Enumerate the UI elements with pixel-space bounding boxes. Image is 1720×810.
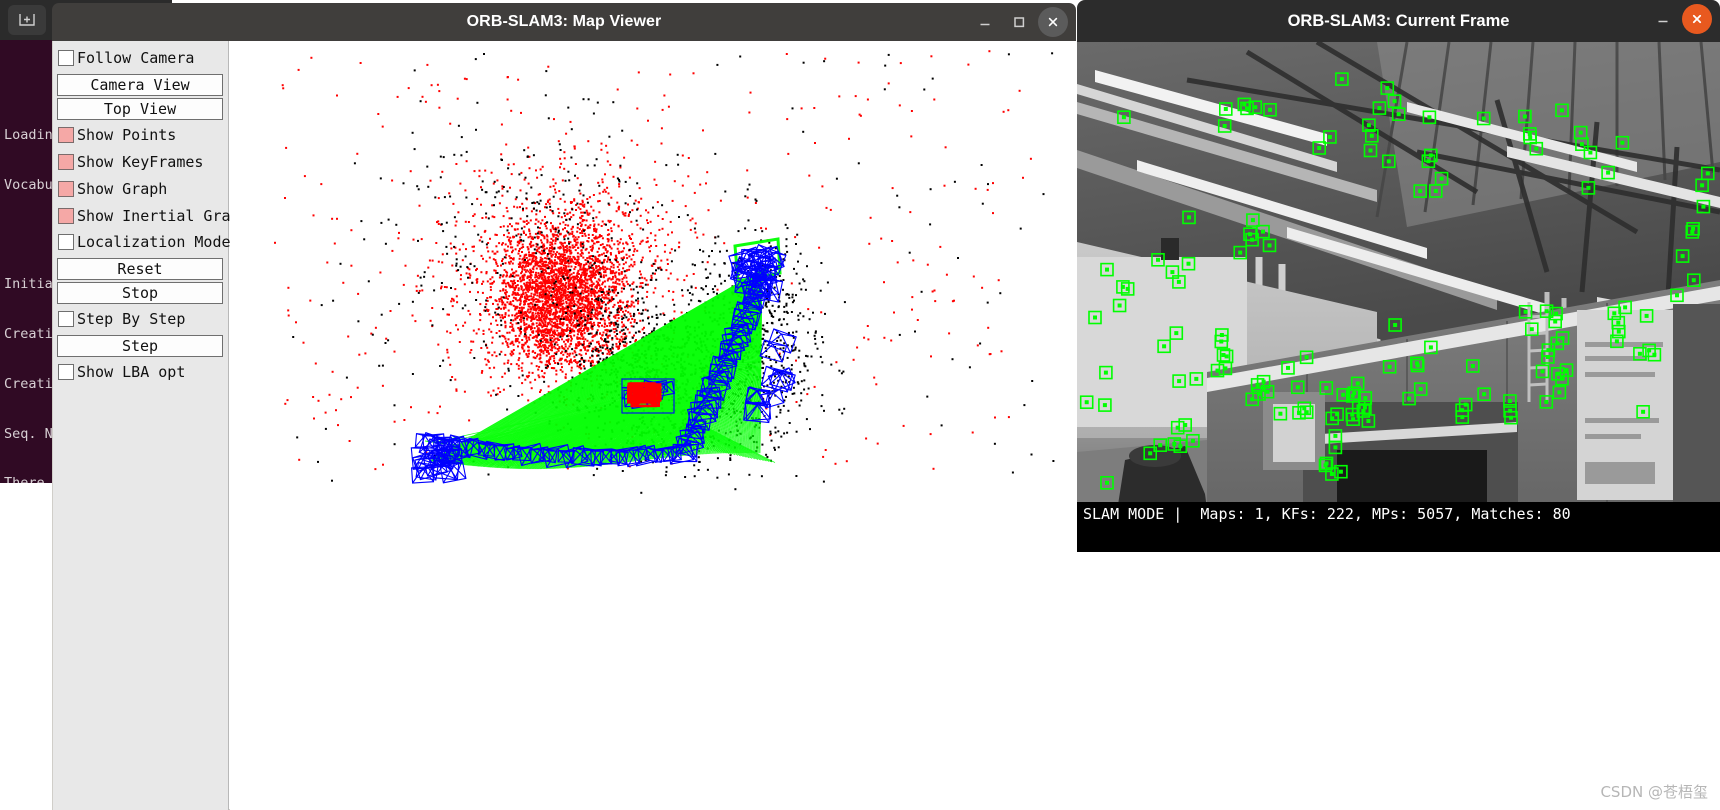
checkbox-box[interactable] (58, 207, 74, 224)
checkbox-box[interactable] (58, 363, 74, 380)
map-pointcloud (230, 41, 1076, 810)
checkbox-localization-mode[interactable]: Localization Mode (56, 229, 231, 256)
checkbox-label: Step By Step (77, 310, 186, 329)
camera-view-button[interactable]: Camera View (57, 73, 223, 96)
checkbox-show-keyframes[interactable]: Show KeyFrames (56, 149, 225, 176)
map-viewer-title: ORB-SLAM3: Map Viewer (466, 13, 662, 30)
watermark: CSDN @苍梧玺 (1600, 783, 1708, 801)
checkbox-follow-camera[interactable]: Follow Camera (56, 45, 225, 72)
checkbox-box[interactable] (58, 127, 74, 144)
top-view-button[interactable]: Top View (57, 97, 223, 120)
checkbox-label: Show Points (77, 126, 177, 145)
current-camera-frustum (627, 382, 662, 408)
checkbox-show-inertial-graph[interactable]: Show Inertial Graph (56, 202, 249, 229)
current-frame-window[interactable]: ORB-SLAM3: Current Frame SLAM MODE | Map… (1077, 0, 1720, 552)
map-viewer-titlebar[interactable]: ORB-SLAM3: Map Viewer (52, 3, 1076, 41)
checkbox-label: Localization Mode (77, 233, 231, 252)
checkbox-box[interactable] (58, 234, 74, 251)
checkbox-show-lba-opt[interactable]: Show LBA opt (56, 359, 225, 386)
checkbox-box[interactable] (58, 311, 74, 328)
map-viewer-window[interactable]: ORB-SLAM3: Map Viewer Follow Camera Came… (52, 3, 1076, 810)
slam-status-text: SLAM MODE | Maps: 1, KFs: 222, MPs: 5057… (1083, 505, 1571, 523)
map-render-canvas[interactable] (230, 41, 1076, 810)
slam-status-bar: SLAM MODE | Maps: 1, KFs: 222, MPs: 5057… (1077, 502, 1720, 526)
close-icon[interactable] (1038, 7, 1068, 37)
checkbox-label: Show KeyFrames (77, 152, 204, 171)
checkbox-step-by-step[interactable]: Step By Step (56, 306, 225, 333)
map-viewer-body: Follow Camera Camera View Top View Show … (52, 41, 1076, 810)
map-viewer-window-controls (970, 3, 1068, 41)
checkbox-show-graph[interactable]: Show Graph (56, 175, 225, 202)
screen: Loading Vocabu Initia Creati Creati Seq.… (0, 0, 1720, 810)
new-tab-icon[interactable] (8, 5, 46, 35)
pangolin-control-panel[interactable]: Follow Camera Camera View Top View Show … (53, 41, 249, 810)
checkbox-label: Show Graph (77, 179, 168, 198)
current-frame-title: ORB-SLAM3: Current Frame (1287, 11, 1510, 30)
close-icon[interactable] (1682, 4, 1712, 34)
checkbox-label: Show LBA opt (77, 362, 186, 381)
warehouse-scene (1077, 42, 1720, 524)
camera-frame-image (1077, 42, 1720, 524)
minimize-icon[interactable] (970, 7, 1000, 37)
checkbox-label: Show Inertial Graph (77, 206, 249, 225)
maximize-icon[interactable] (1004, 7, 1034, 37)
current-frame-titlebar[interactable]: ORB-SLAM3: Current Frame (1077, 0, 1720, 42)
stop-button[interactable]: Stop (57, 281, 223, 304)
reset-button[interactable]: Reset (57, 257, 223, 280)
current-frame-body: SLAM MODE | Maps: 1, KFs: 222, MPs: 5057… (1077, 42, 1720, 552)
current-frame-window-controls (1648, 0, 1712, 38)
checkbox-show-points[interactable]: Show Points (56, 122, 225, 149)
checkbox-label: Follow Camera (77, 49, 195, 68)
checkbox-box[interactable] (58, 153, 74, 170)
checkbox-box[interactable] (58, 50, 74, 67)
minimize-icon[interactable] (1648, 4, 1678, 34)
step-button[interactable]: Step (57, 334, 223, 357)
checkbox-box[interactable] (58, 180, 74, 197)
